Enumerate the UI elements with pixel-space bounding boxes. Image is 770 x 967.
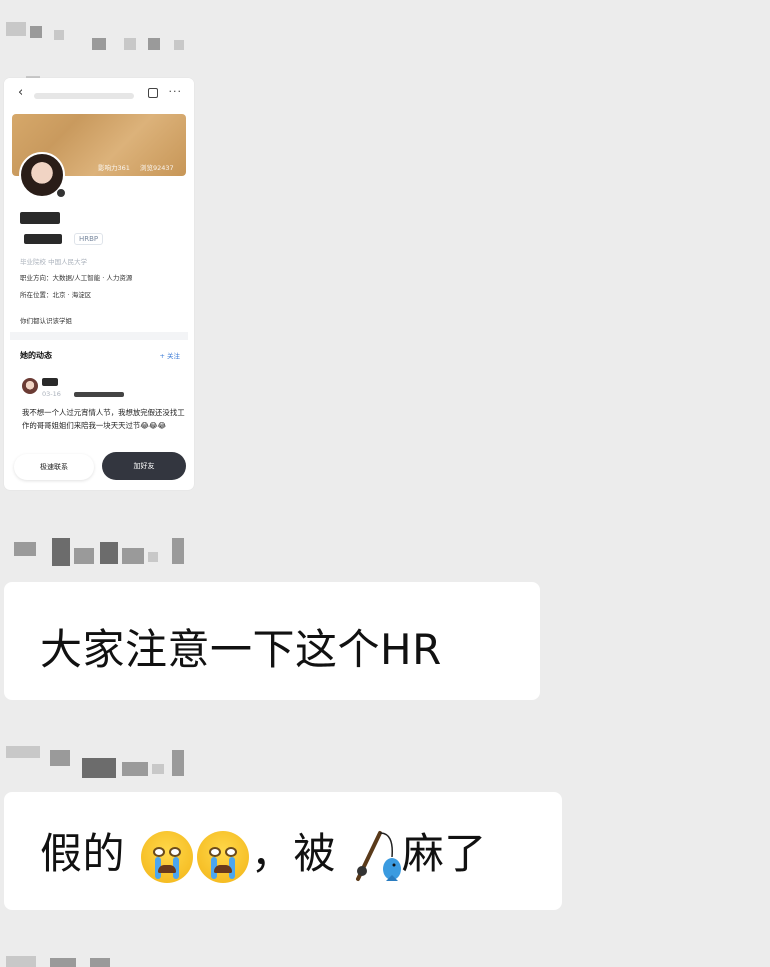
title-badge: HRBP [74,233,104,245]
message-text-2-part3: 麻了 [401,829,487,878]
back-icon: ‹ [18,85,24,100]
feed-title: 她的动态 [20,351,52,360]
post-text: 我不想一个人过元宵情人节，我想放完假还没找工作的哥哥姐姐们来陪我一块天天过节😂😂… [22,408,185,430]
career-direction: 职业方向：大数据/人工智能 · 人力资源 [20,274,133,282]
verified-icon [56,188,66,198]
school-line: 毕业院校 中国人民大学 [20,258,88,266]
profile-name-redacted [20,212,60,224]
crying-face-icon [140,830,193,883]
shared-profile-screenshot[interactable]: ‹ ··· 影响力361 浏览92437 HRBP 毕业院校 中国人民大学 职业… [4,78,194,490]
follow-button[interactable]: + 关注 [159,350,180,360]
crying-face-icon [196,830,249,883]
url-bar [34,93,134,99]
message-bubble-1[interactable]: 大家注意一下这个HR [4,582,540,700]
company-redacted [24,234,62,244]
message-text-2-part1: 假的 [40,829,126,878]
message-text-2-part2: ，被 [250,829,336,878]
mutual-connections[interactable]: 你们都认识该学姐 [20,315,72,325]
post-author-redacted [42,378,58,386]
post-meta-redacted [74,392,124,397]
more-icon: ··· [168,85,182,98]
post-avatar [22,378,38,394]
quick-contact-button[interactable]: 极速联系 [14,454,94,480]
post-date: 03-16 [42,390,61,398]
screenshot-topbar: ‹ ··· [4,78,194,114]
stat-views: 浏览92437 [140,164,174,172]
fishing-pole-fish-icon [350,827,402,887]
share-icon [148,88,158,98]
message-text-2: 假的 ，被 麻了 [40,820,487,887]
message-text-1: 大家注意一下这个HR [40,625,442,674]
stat-influence: 影响力361 [98,164,130,172]
message-bubble-2[interactable]: 假的 ，被 麻了 [4,792,562,910]
section-divider [10,332,188,340]
location: 所在位置：北京 · 海淀区 [20,291,92,299]
add-friend-button[interactable]: 加好友 [102,452,186,480]
